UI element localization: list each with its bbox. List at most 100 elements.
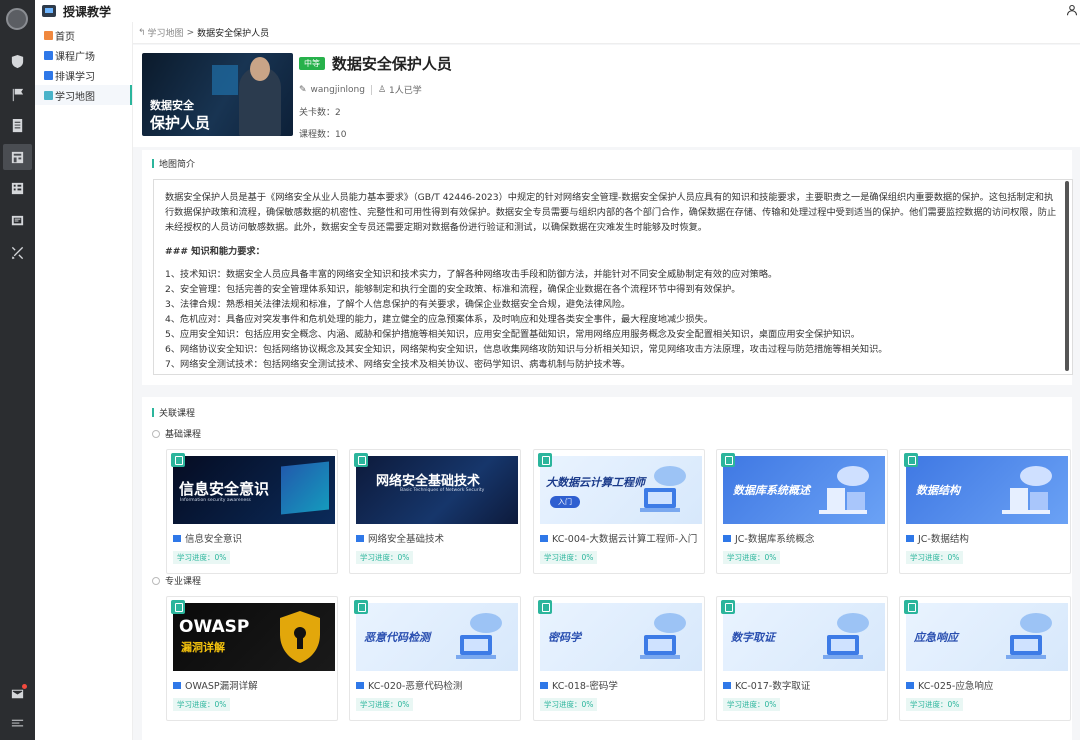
author-icon: ✎	[299, 84, 307, 95]
course-badge-icon	[171, 453, 185, 467]
course-thumbnail: 信息安全意识 Information security awareness	[173, 456, 335, 524]
intro-item: 1、技术知识：数据安全人员应具备丰富的网络安全知识和技术实力，了解各种网络攻击手…	[165, 269, 778, 280]
sidebar-item-label: 课程广场	[55, 51, 95, 63]
cloud-graphic	[640, 466, 686, 512]
learners-count: 1人已学	[389, 86, 422, 96]
cloud-graphic	[456, 613, 502, 659]
user-icon[interactable]	[1066, 4, 1078, 16]
group-radio[interactable]	[152, 576, 160, 585]
tools-icon[interactable]	[3, 239, 32, 265]
course-card[interactable]: 信息安全意识 Information security awareness 信息…	[166, 449, 338, 574]
course-count: 10	[335, 130, 347, 140]
sidebar-item-course-square[interactable]: 课程广场	[35, 45, 132, 65]
course-name-text: KC-004-大数据云计算工程师-入门	[552, 534, 698, 545]
difficulty-badge: 中等	[299, 57, 325, 70]
related-section-title: 关联课程	[152, 406, 195, 419]
intro-paragraph: 数据安全保护人员是基于《网络安全从业人员能力基本要求》（GB/T 42446-2…	[165, 192, 1057, 233]
book-icon	[173, 534, 181, 542]
group-professional-courses[interactable]: 专业课程	[152, 574, 201, 587]
course-name-text: 信息安全意识	[185, 534, 243, 545]
course-badge-icon	[354, 600, 368, 614]
shield-icon[interactable]	[3, 48, 32, 74]
exam-icon[interactable]	[3, 207, 32, 233]
breadcrumb-separator: >	[186, 27, 195, 38]
sidebar-item-learning-map[interactable]: 学习地图	[35, 85, 132, 105]
group-radio[interactable]	[152, 429, 160, 438]
secondary-sidebar: 首页 课程广场 排课学习 学习地图	[35, 22, 133, 740]
breadcrumb: ↰ 学习地图 > 数据安全保护人员	[133, 22, 1080, 44]
book-icon	[356, 681, 364, 689]
flag-icon[interactable]	[3, 81, 32, 107]
intro-text-box[interactable]: 数据安全保护人员是基于《网络安全从业人员能力基本要求》（GB/T 42446-2…	[153, 179, 1073, 375]
course-badge-icon	[171, 600, 185, 614]
document-icon[interactable]	[3, 112, 32, 138]
course-name: KC-020-恶意代码检测	[356, 678, 518, 692]
thumb-title: 数据库系统概述	[733, 484, 810, 497]
course-square-icon	[44, 50, 53, 60]
course-badge-icon	[721, 453, 735, 467]
course-progress: 学习进度：0%	[173, 551, 231, 564]
course-card[interactable]: 恶意代码检测 KC-020-恶意代码检测 学习进度：0%	[349, 596, 521, 721]
course-name-text: JC-数据库系统概念	[735, 534, 815, 545]
schedule-icon	[44, 70, 53, 80]
message-icon[interactable]	[3, 680, 32, 706]
thumb-title: 数字取证	[731, 631, 775, 644]
collapse-menu-icon[interactable]	[3, 710, 32, 736]
group-basic-courses[interactable]: 基础课程	[152, 427, 201, 440]
course-badge-icon	[538, 600, 552, 614]
thumb-tag: 入门	[550, 496, 580, 508]
map-info: 中等 数据安全保护人员 ✎ wangjinlong ♙ 1人已学 关卡数：2 课…	[299, 53, 452, 149]
list-icon[interactable]	[3, 175, 32, 201]
group-label: 专业课程	[165, 577, 202, 587]
course-progress: 学习进度：0%	[356, 551, 414, 564]
course-name-text: OWASP漏洞详解	[185, 681, 258, 692]
book-icon	[173, 681, 181, 689]
learning-map-icon	[44, 90, 53, 100]
course-name: KC-018-密码学	[540, 678, 702, 692]
intro-section-title: 地图简介	[152, 157, 195, 170]
home-icon	[44, 30, 53, 40]
course-count-label: 课程数：	[299, 130, 336, 140]
intro-heading: ### 知识和能力要求：	[165, 246, 265, 257]
brand-logo[interactable]	[6, 8, 28, 30]
course-progress: 学习进度：0%	[723, 551, 781, 564]
course-progress: 学习进度：0%	[906, 698, 964, 711]
book-icon	[723, 534, 731, 542]
intro-item: 7、网络安全测试技术：包括网络安全测试技术、网络安全技术及相关协议、密码学知识、…	[165, 359, 631, 370]
thumb-title: 大数据云计算工程师	[546, 476, 645, 489]
breadcrumb-parent[interactable]: 学习地图	[148, 26, 184, 39]
cover-title-line1: 数据安全	[150, 99, 194, 112]
course-name-text: KC-018-密码学	[552, 681, 618, 692]
course-card[interactable]: 应急响应 KC-025-应急响应 学习进度：0%	[899, 596, 1071, 721]
teaching-icon[interactable]	[3, 144, 32, 170]
back-icon[interactable]: ↰	[138, 28, 146, 38]
course-thumbnail: 数据结构	[906, 456, 1068, 524]
course-thumbnail: 应急响应	[906, 603, 1068, 671]
course-badge-icon	[354, 453, 368, 467]
course-badge-icon	[904, 600, 918, 614]
intro-item: 3、法律合规：熟悉相关法律法规和标准，了解个人信息保护的有关要求，确保企业数据安…	[165, 299, 631, 310]
course-card[interactable]: 数字取证 KC-017-数字取证 学习进度：0%	[716, 596, 888, 721]
page-title: 数据安全保护人员	[331, 55, 452, 73]
course-name: KC-017-数字取证	[723, 678, 885, 692]
course-name: JC-数据库系统概念	[723, 531, 885, 545]
thumb-title: 数据结构	[916, 484, 960, 497]
intro-scrollbar[interactable]	[1065, 181, 1069, 371]
course-progress: 学习进度：0%	[173, 698, 231, 711]
course-thumbnail: 密码学	[540, 603, 702, 671]
course-card[interactable]: 数据结构 JC-数据结构 学习进度：0%	[899, 449, 1071, 574]
course-progress: 学习进度：0%	[723, 698, 781, 711]
course-card[interactable]: 网络安全基础技术 Basic Techniques of Network Sec…	[349, 449, 521, 574]
course-card[interactable]: OWASP 漏洞详解 OWASP漏洞详解 学习进度：0%	[166, 596, 338, 721]
book-icon	[540, 534, 548, 542]
course-card[interactable]: 大数据云计算工程师 入门 KC-004-大数据云计算工程师-入门 学习进度：0%	[533, 449, 705, 574]
sidebar-item-home[interactable]: 首页	[35, 25, 132, 45]
cloud-graphic	[823, 613, 869, 659]
course-name: 网络安全基础技术	[356, 531, 518, 545]
sidebar-item-scheduled-study[interactable]: 排课学习	[35, 65, 132, 85]
course-card[interactable]: 密码学 KC-018-密码学 学习进度：0%	[533, 596, 705, 721]
course-card[interactable]: 数据库系统概述 JC-数据库系统概念 学习进度：0%	[716, 449, 888, 574]
cover-screen	[212, 65, 238, 95]
course-badge-icon	[904, 453, 918, 467]
course-thumbnail: 网络安全基础技术 Basic Techniques of Network Sec…	[356, 456, 518, 524]
